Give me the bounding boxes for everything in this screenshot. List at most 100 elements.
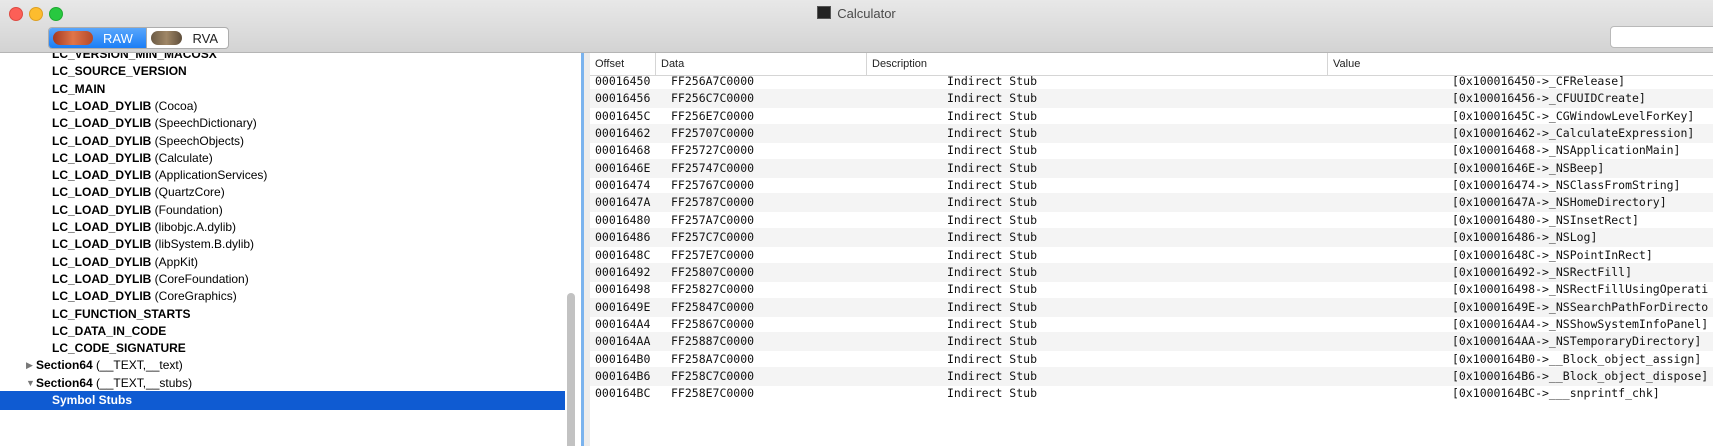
cell-data: FF25707C0000	[671, 126, 755, 141]
tree-section-detail: (__TEXT,__stubs)	[92, 375, 193, 390]
tree-item-command: LC_SOURCE_VERSION	[52, 64, 187, 79]
table-row[interactable]: 00016474 FF25767C0000 Indirect Stub [0x1000…	[590, 176, 1713, 195]
cell-data: FF258E7C0000	[671, 386, 755, 401]
cell-description: Indirect Stub	[947, 91, 1038, 106]
cell-value: [0x100016480->_NSInsetRect]	[1452, 212, 1639, 227]
table-row[interactable]: 00016468 FF25727C0000 Indirect Stub [0x1000…	[590, 141, 1713, 160]
cell-data: FF257E7C0000	[671, 247, 755, 262]
table-row[interactable]: 00016450 FF256A7C0000 Indirect Stub [0x1000…	[590, 72, 1713, 91]
tree-item[interactable]: LC_LOAD_DYLIB (CoreGraphics)	[0, 287, 565, 306]
tree-item[interactable]: LC_SOURCE_VERSION	[0, 62, 565, 81]
cell-description: Indirect Stub	[947, 160, 1038, 175]
cell-description: Indirect Stub	[947, 299, 1038, 314]
cell-offset: 00016474	[595, 178, 651, 193]
tree-item[interactable]: LC_MAIN	[0, 80, 565, 99]
rva-icon	[151, 31, 183, 45]
cell-description: Indirect Stub	[947, 247, 1038, 262]
cell-description: Indirect Stub	[947, 316, 1038, 331]
table-row[interactable]: 0001648C FF257E7C0000 Indirect Stub [0x1000…	[590, 246, 1713, 265]
disclosure-expanded-icon[interactable]: ▼	[26, 374, 35, 393]
table-row[interactable]: 00016498 FF25827C0000 Indirect Stub [0x1000…	[590, 280, 1713, 299]
cell-offset: 00016450	[595, 74, 651, 88]
tree-item-label: LC_LOAD_DYLIB (ApplicationServices)	[52, 166, 267, 185]
cell-description: Indirect Stub	[947, 178, 1038, 193]
table-row[interactable]: 000164AA FF25887C0000 Indirect Stub [0x1000…	[590, 332, 1713, 352]
tree-section-name: Section64	[36, 358, 93, 373]
cell-description: Indirect Stub	[947, 195, 1038, 210]
tree-item-detail: (QuartzCore)	[151, 185, 225, 200]
cell-offset: 00016462	[595, 126, 651, 141]
tree-item[interactable]: LC_LOAD_DYLIB (Calculate)	[0, 149, 565, 168]
cell-value: [0x10001645C->_CGWindowLevelForKey]	[1452, 108, 1695, 123]
table-row[interactable]: 0001649E FF25847C0000 Indirect Stub [0x1000…	[590, 297, 1713, 317]
cell-value: [0x100016486->_NSLog]	[1452, 230, 1598, 245]
table-row[interactable]: 00016462 FF25707C0000 Indirect Stub [0x1000…	[590, 124, 1713, 144]
cell-data: FF25767C0000	[671, 178, 755, 193]
rva-mode-button[interactable]: RVA	[146, 28, 228, 48]
tree-item[interactable]: LC_CODE_SIGNATURE	[0, 339, 565, 358]
tree-item[interactable]: LC_DATA_IN_CODE	[0, 322, 565, 341]
cell-value: [0x1000164A4->_NSShowSystemInfoPanel]	[1452, 316, 1709, 331]
tree-item-command: LC_VERSION_MIN_MACOSX	[52, 53, 217, 61]
table-row[interactable]: 00016492 FF25807C0000 Indirect Stub [0x1000…	[590, 262, 1713, 282]
tree-item[interactable]: LC_LOAD_DYLIB (AppKit)	[0, 253, 565, 272]
cell-offset: 00016498	[595, 282, 651, 297]
raw-mode-button[interactable]: RAW	[49, 28, 146, 48]
tree-item-label: LC_LOAD_DYLIB (Cocoa)	[52, 97, 197, 116]
cell-description: Indirect Stub	[947, 126, 1038, 141]
tree-item[interactable]: LC_LOAD_DYLIB (libSystem.B.dylib)	[0, 235, 565, 254]
disclosure-collapsed-icon[interactable]: ▶	[26, 356, 33, 375]
cell-data: FF256C7C0000	[671, 91, 755, 106]
table-row[interactable]: 000164BC FF258E7C0000 Indirect Stub [0x1000…	[590, 384, 1713, 403]
table-row[interactable]: 00016456 FF256C7C0000 Indirect Stub [0x1000…	[590, 89, 1713, 109]
table-row[interactable]: 0001647A FF25787C0000 Indirect Stub [0x1000…	[590, 193, 1713, 213]
table-row[interactable]: 000164B0 FF258A7C0000 Indirect Stub [0x1000…	[590, 350, 1713, 369]
cell-description: Indirect Stub	[947, 74, 1038, 88]
table-row[interactable]: 00016486 FF257C7C0000 Indirect Stub [0x1000…	[590, 228, 1713, 248]
tree-item-command: LC_CODE_SIGNATURE	[52, 341, 186, 356]
tree-section[interactable]: ▶ Section64 (__TEXT,__text)	[0, 356, 565, 375]
tree-item-detail: (SpeechObjects)	[151, 133, 245, 148]
tree-item[interactable]: LC_LOAD_DYLIB (libobjc.A.dylib)	[0, 218, 565, 237]
cell-description: Indirect Stub	[947, 386, 1038, 401]
tree-section[interactable]: ▼ Section64 (__TEXT,__stubs)	[0, 374, 565, 393]
tree-item[interactable]: LC_LOAD_DYLIB (ApplicationServices)	[0, 166, 565, 185]
cell-data: FF258C7C0000	[671, 368, 755, 383]
cell-offset: 000164AA	[595, 334, 651, 349]
table-row[interactable]: 000164A4 FF25867C0000 Indirect Stub [0x1000…	[590, 315, 1713, 334]
table-row[interactable]: 00016480 FF257A7C0000 Indirect Stub [0x1000…	[590, 211, 1713, 230]
cell-data: FF25807C0000	[671, 264, 755, 279]
table-row[interactable]: 0001646E FF25747C0000 Indirect Stub [0x1000…	[590, 158, 1713, 178]
cell-value: [0x100016474->_NSClassFromString]	[1452, 178, 1681, 193]
cell-description: Indirect Stub	[947, 212, 1038, 227]
tree-item[interactable]: LC_LOAD_DYLIB (Cocoa)	[0, 97, 565, 116]
tree-item-command: LC_DATA_IN_CODE	[52, 323, 167, 338]
tree-item[interactable]: LC_LOAD_DYLIB (Foundation)	[0, 201, 565, 220]
cell-value: [0x10001648C->_NSPointInRect]	[1452, 247, 1653, 262]
tree-item-symbol-stubs[interactable]: Symbol Stubs	[0, 391, 565, 410]
tree-item-command: LC_LOAD_DYLIB	[52, 168, 152, 183]
terminal-app-icon	[817, 6, 832, 19]
tree-section-label: Section64 (__TEXT,__text)	[36, 356, 183, 375]
table-row[interactable]: 0001645C FF256E7C0000 Indirect Stub [0x1000…	[590, 107, 1713, 126]
tree-item-label: LC_DATA_IN_CODE	[52, 322, 166, 341]
tree-item-label: LC_SOURCE_VERSION	[52, 62, 187, 81]
load-commands-tree[interactable]: LC_VERSION_MIN_MACOSX LC_SOURCE_VERSION LC…	[0, 53, 584, 446]
tree-item[interactable]: LC_FUNCTION_STARTS	[0, 305, 565, 324]
tree-item[interactable]: LC_LOAD_DYLIB (CoreFoundation)	[0, 270, 565, 289]
cell-description: Indirect Stub	[947, 230, 1038, 245]
tree-scrollbar[interactable]	[567, 293, 575, 446]
tree-item[interactable]: LC_LOAD_DYLIB (SpeechObjects)	[0, 132, 565, 151]
stubs-table[interactable]: Offset Data Description Value 00016450 FF…	[590, 53, 1713, 446]
cell-description: Indirect Stub	[947, 334, 1038, 349]
cell-data: FF25887C0000	[671, 334, 755, 349]
tree-item[interactable]: LC_LOAD_DYLIB (SpeechDictionary)	[0, 114, 565, 133]
search-input[interactable]	[1610, 26, 1713, 48]
cell-data: FF257C7C0000	[671, 230, 755, 245]
title-bar: Calculator RAW RVA	[0, 0, 1713, 53]
cell-offset: 000164B6	[595, 368, 651, 383]
tree-item[interactable]: LC_LOAD_DYLIB (QuartzCore)	[0, 183, 565, 202]
cell-value: [0x100016468->_NSApplicationMain]	[1452, 143, 1681, 158]
table-row[interactable]: 000164B6 FF258C7C0000 Indirect Stub [0x1000…	[590, 366, 1713, 386]
cell-value: [0x100016498->_NSRectFillUsingOperati	[1452, 282, 1709, 297]
